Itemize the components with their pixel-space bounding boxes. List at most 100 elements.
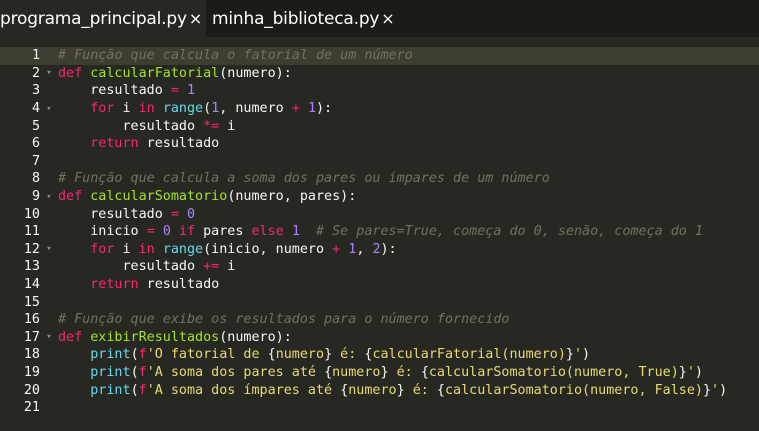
fold-arrow-icon[interactable]: ▾	[40, 332, 58, 342]
code-token: +=	[203, 259, 220, 275]
code-token: (	[130, 347, 139, 363]
code-line[interactable]: 20 print(f'A soma dos ímpares até {numer…	[0, 381, 759, 399]
fold-arrow-icon[interactable]: ▾	[40, 104, 58, 114]
code-token: +	[291, 101, 300, 117]
line-number: 12	[23, 241, 40, 257]
code-line[interactable]: 10 resultado = 0	[0, 205, 759, 223]
code-line[interactable]: 19 print(f'A soma dos pares até {numero}…	[0, 364, 759, 382]
code-text: print(f'O fatorial de {numero} é: {calcu…	[58, 347, 590, 362]
close-icon[interactable]: ×	[189, 9, 202, 28]
code-token: f	[138, 382, 147, 398]
code-text: resultado = 1	[58, 83, 195, 98]
code-line[interactable]: 4 ▾ for i in range(1, numero + 1):	[0, 100, 759, 118]
code-token: calcularFatorial(numero)	[372, 347, 566, 363]
code-line[interactable]: 14 return resultado	[0, 276, 759, 294]
code-token: }	[396, 382, 405, 398]
code-token: (	[130, 382, 139, 398]
code-text: def exibirResultados(numero):	[58, 330, 292, 345]
code-token: '	[711, 382, 720, 398]
line-number: 17	[23, 329, 40, 345]
code-line[interactable]: 3 resultado = 1	[0, 82, 759, 100]
line-number: 13	[23, 259, 40, 275]
code-token: é:	[404, 382, 437, 398]
line-number: 2	[31, 65, 40, 81]
code-token: # Se pares=True, começa do 0, senão, com…	[316, 224, 703, 240]
line-number: 8	[31, 171, 40, 187]
tab-bar: programa_principal.py × minha_biblioteca…	[0, 0, 759, 37]
line-number: 10	[23, 206, 40, 222]
close-icon[interactable]: ×	[381, 9, 394, 28]
code-line[interactable]: 21	[0, 399, 759, 417]
code-line[interactable]: 1 # Função que calcula o fatorial de um n…	[0, 47, 759, 65]
code-token: )	[694, 365, 703, 381]
code-line[interactable]: 12 ▾ for i in range(inicio, numero + 1, 2…	[0, 241, 759, 259]
line-number: 5	[31, 118, 40, 134]
code-token: calcularSomatorio(numero, True)	[428, 365, 679, 381]
code-token: range	[162, 241, 204, 257]
line-number: 16	[23, 312, 40, 328]
line-number: 19	[23, 365, 40, 381]
code-token: # Função que calcula a soma dos pares ou…	[58, 171, 550, 187]
code-line[interactable]: 8 # Função que calcula a soma dos pares o…	[0, 170, 759, 188]
tab-label: minha_biblioteca.py	[212, 8, 380, 29]
code-token: calcularFatorial	[90, 65, 220, 81]
code-line[interactable]: 17 ▾ def exibirResultados(numero):	[0, 329, 759, 347]
code-line[interactable]: 15	[0, 293, 759, 311]
code-token: numero	[275, 347, 325, 363]
code-token: inicio	[58, 224, 147, 240]
code-token: 2	[372, 241, 381, 257]
fold-arrow-icon[interactable]: ▾	[40, 192, 58, 202]
code-token: in	[138, 241, 155, 257]
code-token: resultado	[58, 206, 171, 222]
code-line[interactable]: 11 inicio = 0 if pares else 1 # Se pares…	[0, 223, 759, 241]
line-number: 4	[31, 101, 40, 117]
code-editor[interactable]: 1 # Função que calcula o fatorial de um n…	[0, 37, 759, 431]
code-token: 0	[162, 224, 171, 240]
code-token: }	[702, 382, 712, 398]
line-number: 18	[23, 347, 40, 363]
code-text: print(f'A soma dos ímpares até {numero} …	[58, 383, 727, 398]
code-token: def	[58, 329, 91, 345]
code-text: # Função que calcula a soma dos pares ou…	[58, 171, 550, 186]
code-token: ):	[380, 241, 397, 257]
code-line[interactable]: 2 ▾ def calcularFatorial(numero):	[0, 65, 759, 83]
fold-arrow-icon[interactable]: ▾	[40, 68, 58, 78]
code-line[interactable]: 5 resultado *= i	[0, 117, 759, 135]
tab-minha-biblioteca[interactable]: minha_biblioteca.py ×	[206, 0, 399, 37]
line-number: 9	[31, 189, 40, 205]
code-token: i	[219, 259, 236, 275]
code-token: print	[90, 347, 131, 363]
code-token: 'A soma dos ímpares até	[146, 382, 341, 398]
code-token: 0	[187, 206, 196, 222]
code-token: }	[565, 347, 574, 363]
fold-arrow-icon[interactable]: ▾	[40, 244, 58, 254]
code-token: def	[58, 65, 91, 81]
code-token: resultado	[58, 83, 171, 99]
code-token: {	[267, 347, 276, 363]
code-line[interactable]: 13 resultado += i	[0, 258, 759, 276]
code-token: {	[324, 365, 333, 381]
code-token: 1	[291, 224, 300, 240]
code-token: {	[436, 382, 445, 398]
code-token: (	[203, 101, 212, 117]
code-line[interactable]: 18 print(f'O fatorial de {numero} é: {ca…	[0, 346, 759, 364]
code-token: }	[678, 365, 687, 381]
code-token: =	[170, 206, 179, 222]
tab-programa-principal[interactable]: programa_principal.py ×	[0, 0, 207, 37]
line-number: 6	[31, 136, 40, 152]
code-line[interactable]: 9 ▾ def calcularSomatorio(numero, pares):	[0, 188, 759, 206]
code-line[interactable]: 7	[0, 153, 759, 171]
code-line[interactable]: 16 # Função que exibe os resultados para …	[0, 311, 759, 329]
code-token: (numero):	[219, 329, 292, 345]
code-line[interactable]: 6 return resultado	[0, 135, 759, 153]
code-token: )	[719, 382, 728, 398]
code-token: ,	[356, 241, 373, 257]
code-token: =	[170, 83, 179, 99]
